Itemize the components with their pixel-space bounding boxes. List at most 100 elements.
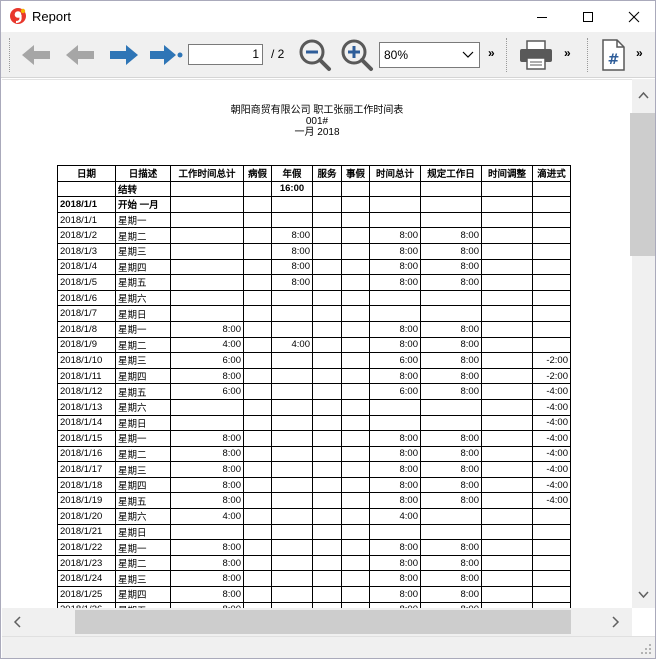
cell-annual [271,523,313,541]
cell-drip: -4:00 [532,414,571,432]
resize-grip-icon[interactable] [640,643,652,655]
timesheet-table: 日期 日描述 工作时间总计 病假 年假 服务 事假 时间总计 规定工作日 时间调… [57,165,571,608]
col-header: 规定工作日 [420,165,482,182]
cell-work: 8:00 [170,367,244,385]
zoom-value: 80% [384,48,409,62]
toolbar-overflow-3[interactable]: » [636,46,643,60]
table-row: 2018/1/12 星期五 6:00 6:00 8:00 -4:00 [57,383,571,400]
cell-req: 8:00 [420,554,482,572]
cell-date: 2018/1/8 [57,320,116,338]
toolbar-grip[interactable] [587,38,590,72]
zoom-select[interactable]: 80% [379,42,480,68]
cell-date: 2018/1/2 [57,227,116,244]
cell-req: 8:00 [420,274,482,291]
cell-drip [532,227,571,244]
table-row: 2018/1/7 星期日 [57,305,571,322]
cell-total: 8:00 [369,430,421,447]
document-hash-icon: # [602,39,625,71]
toolbar-overflow-1[interactable]: » [488,46,495,60]
scroll-up-icon[interactable] [632,85,655,105]
zoom-in-icon [341,39,373,71]
cell-req: 8:00 [420,586,482,603]
cell-drip [532,508,571,525]
cell-req: 8:00 [420,242,482,260]
cell-day: 星期一 [115,430,171,447]
last-page-button[interactable] [147,39,185,71]
cell-req: 8:00 [420,352,482,369]
next-page-button[interactable] [105,39,143,71]
cell-sick [243,274,272,291]
table-header-row: 日期 日描述 工作时间总计 病假 年假 服务 事假 时间总计 规定工作日 时间调… [57,165,571,182]
cell-day: 星期五 [115,383,171,400]
cell-day: 星期日 [115,305,171,322]
table-row: 2018/1/17 星期三 8:00 8:00 8:00 -4:00 [57,461,571,478]
cell-drip [532,554,571,572]
printer-icon [520,40,552,70]
toolbar-grip[interactable] [9,38,12,72]
cell-adj [481,570,533,588]
scroll-left-icon[interactable] [7,608,27,636]
cell-day: 星期一 [115,539,171,556]
scroll-down-icon[interactable] [632,585,655,605]
cell-sick [243,258,272,276]
maximize-button[interactable] [565,1,611,32]
cell-annual: 4:00 [271,336,313,354]
horizontal-scroll-thumb[interactable] [75,610,571,634]
app-logo-icon [10,8,26,24]
page-number-input[interactable]: 1 [188,44,263,65]
cell-adj [481,367,533,385]
cell-drip [532,211,571,229]
vertical-scroll-thumb[interactable] [630,113,655,256]
cell-sick [243,523,272,541]
cell-total [369,523,421,541]
toolbar-overflow-2[interactable]: » [564,46,571,60]
cell-adj [481,554,533,572]
col-header: 时间总计 [369,165,421,182]
cell-work: 8:00 [170,461,244,478]
zoom-out-button[interactable] [297,39,333,71]
cell-adj [481,586,533,603]
cell-adj [481,336,533,354]
cell-work [170,274,244,291]
carry-label: 结转 [115,180,171,198]
last-page-icon [150,45,183,65]
table-row: 2018/1/21 星期日 [57,523,571,541]
close-button[interactable] [611,1,656,32]
table-row: 2018/1/23 星期二 8:00 8:00 8:00 [57,554,571,572]
cell-annual: 8:00 [271,258,313,276]
scroll-right-icon[interactable] [606,608,626,636]
cell-day: 星期一 [115,320,171,338]
report-viewport[interactable]: 朝阳商贸有限公司 职工张丽工作时间表 001# 一月 2018 日期 日描述 工… [2,79,632,608]
zoom-out-icon [299,39,331,71]
cell-annual [271,398,313,416]
cell-day: 星期四 [115,476,171,494]
month-start-row: 2018/1/1 开始 一月 [57,196,571,213]
cell-drip [532,523,571,541]
cell-req: 8:00 [420,258,482,276]
zoom-in-button[interactable] [339,39,375,71]
previous-page-button[interactable] [61,39,99,71]
maximize-icon [583,11,593,22]
cell-work: 8:00 [170,492,244,510]
cell-total: 6:00 [369,383,421,400]
table-row: 2018/1/4 星期四 8:00 8:00 8:00 [57,258,571,276]
cell-annual [271,320,313,338]
table-row: 2018/1/1 星期一 [57,211,571,229]
cell-sick [243,445,272,463]
cell-date: 2018/1/5 [57,274,116,291]
first-page-button[interactable] [17,39,55,71]
cell-adj [481,242,533,260]
cell-req [420,414,482,432]
cell-work: 4:00 [170,508,244,525]
cell-work [170,289,244,307]
export-button[interactable]: # [597,39,629,71]
cell-work: 8:00 [170,430,244,447]
table-row: 2018/1/24 星期三 8:00 8:00 8:00 [57,570,571,588]
toolbar-grip[interactable] [506,38,509,72]
cell-annual [271,383,313,400]
print-button[interactable] [515,39,557,71]
cell-adj [481,445,533,463]
minimize-button[interactable] [519,1,565,32]
cell-total: 8:00 [369,492,421,510]
cell-adj [481,430,533,447]
